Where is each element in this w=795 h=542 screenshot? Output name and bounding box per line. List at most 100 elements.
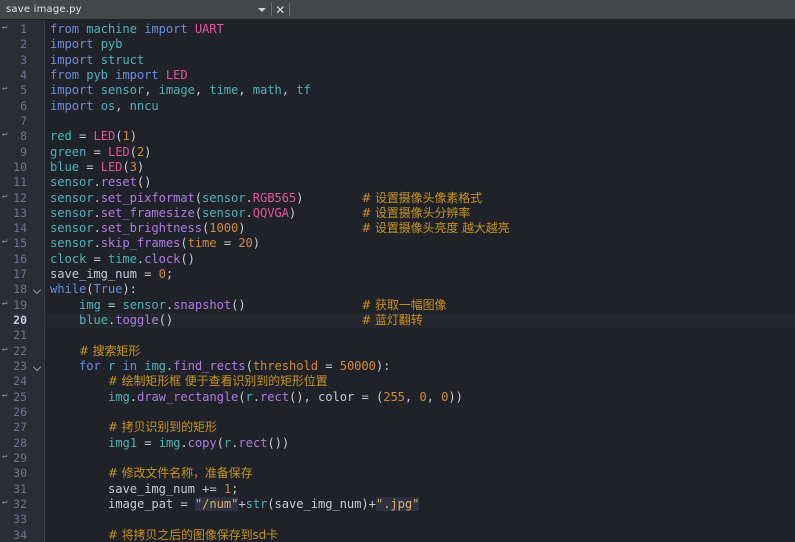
code-comment: # 搜索矩形	[78, 343, 141, 358]
code-line[interactable]: img.draw_rectangle(r.rect(), color = (25…	[45, 390, 795, 405]
code-line[interactable]: # 修改文件名称，准备保存	[45, 466, 795, 481]
tab-bar: save image.py ✕	[0, 0, 795, 20]
code-comment: # 设置摄像头像素格式	[361, 190, 483, 205]
line-number[interactable]: 3	[0, 53, 31, 68]
line-number[interactable]: ↵ 25	[0, 390, 31, 405]
line-number[interactable]: 33	[0, 512, 31, 527]
fold-toggle-icon[interactable]	[31, 359, 44, 374]
code-line[interactable]: clock = time.clock()	[45, 252, 795, 267]
code-line[interactable]: sensor.reset()	[45, 175, 795, 190]
code-line[interactable]: image_pat = "/num"+str(save_img_num)+".j…	[45, 496, 795, 512]
code-line[interactable]: save_img_num = 0;	[45, 267, 795, 282]
tab-controls: ✕	[254, 0, 290, 19]
code-comment: # 将拷贝之后的图像保存到sd卡	[107, 527, 279, 542]
code-line[interactable]: import os, nncu	[45, 99, 795, 114]
return-marker-icon: ↵	[2, 450, 8, 461]
line-number-gutter[interactable]: ↵ 1 2 3 4 ↵ 5 6 7 ↵ 8 9 10 11 ↵ 12 13 14 ↵ 15 16 17 18 ↵ 19 20 21 ↵…	[0, 20, 31, 542]
code-line[interactable]	[45, 512, 795, 527]
return-marker-icon: ↵	[2, 496, 8, 507]
code-line[interactable]	[45, 405, 795, 420]
code-line[interactable]: # 绘制矩形框 便于查看识别到的矩形位置	[45, 374, 795, 389]
code-line[interactable]: from pyb import LED	[45, 68, 795, 83]
line-number[interactable]: ↵ 8	[0, 129, 31, 144]
code-line[interactable]: from machine import UART	[45, 22, 795, 37]
chevron-down-icon[interactable]	[254, 0, 271, 19]
code-line[interactable]: import pyb	[45, 37, 795, 52]
code-line[interactable]: green = LED(2)	[45, 145, 795, 160]
code-comment: # 拷贝识别到的矩形	[107, 420, 217, 435]
code-line[interactable]: sensor.set_pixformat(sensor.RGB565) # 设置…	[45, 191, 795, 206]
line-number[interactable]: 16	[0, 252, 31, 267]
code-line[interactable]: blue.toggle() # 蓝灯翻转	[45, 313, 795, 328]
line-number[interactable]: 17	[0, 267, 31, 282]
line-number[interactable]: ↵ 15	[0, 236, 31, 251]
line-number[interactable]: ↵ 12	[0, 191, 31, 206]
code-line[interactable]: # 搜索矩形	[45, 344, 795, 359]
return-marker-icon: ↵	[2, 389, 8, 400]
code-line[interactable]	[45, 114, 795, 129]
line-number[interactable]: 27	[0, 420, 31, 435]
line-number[interactable]: ↵ 29	[0, 451, 31, 466]
tab-separator-2	[288, 3, 290, 16]
code-text-area[interactable]: from machine import UART import pyb import…	[45, 20, 795, 542]
code-line[interactable]	[45, 451, 795, 466]
fold-toggle-icon[interactable]	[31, 282, 44, 297]
line-number[interactable]: 34	[0, 528, 31, 542]
code-comment: # 绘制矩形框 便于查看识别到的矩形位置	[107, 374, 328, 389]
line-number[interactable]: ↵ 32	[0, 497, 31, 512]
line-number[interactable]: 13	[0, 206, 31, 221]
line-number[interactable]: 9	[0, 145, 31, 160]
line-number[interactable]: 6	[0, 99, 31, 114]
code-comment: # 蓝灯翻转	[361, 313, 423, 328]
code-line[interactable]: for r in img.find_rects(threshold = 5000…	[45, 359, 795, 374]
line-number[interactable]: 10	[0, 160, 31, 175]
line-number[interactable]: 23	[0, 359, 31, 374]
line-number[interactable]: ↵ 5	[0, 83, 31, 98]
code-comment: # 获取一幅图像	[361, 297, 447, 312]
line-number[interactable]: 26	[0, 405, 31, 420]
code-line[interactable]: blue = LED(3)	[45, 160, 795, 175]
code-line[interactable]: import struct	[45, 53, 795, 68]
code-line[interactable]: sensor.set_brightness(1000) # 设置摄像头亮度 越大…	[45, 221, 795, 236]
code-line[interactable]: sensor.skip_frames(time = 20)	[45, 236, 795, 251]
code-line[interactable]: # 将拷贝之后的图像保存到sd卡	[45, 528, 795, 542]
code-folding-gutter[interactable]	[31, 20, 45, 542]
line-number[interactable]: ↵ 1	[0, 22, 31, 37]
line-number[interactable]: 30	[0, 466, 31, 481]
return-marker-icon: ↵	[2, 343, 8, 354]
code-comment: # 设置摄像头亮度 越大越亮	[361, 221, 510, 236]
code-line[interactable]: while(True):	[45, 282, 795, 297]
line-number[interactable]: ↵ 22	[0, 344, 31, 359]
return-marker-icon: ↵	[2, 22, 8, 32]
code-line[interactable]: img = sensor.snapshot() # 获取一幅图像	[45, 298, 795, 313]
return-marker-icon: ↵	[2, 236, 8, 247]
code-line[interactable]: red = LED(1)	[45, 129, 795, 144]
code-line[interactable]: # 拷贝识别到的矩形	[45, 420, 795, 435]
code-line[interactable]: save_img_num += 1;	[45, 482, 795, 497]
editor-tab-save-image-py[interactable]: save image.py	[0, 0, 94, 19]
code-line[interactable]: import sensor, image, time, math, tf	[45, 83, 795, 98]
code-line[interactable]	[45, 328, 795, 343]
close-icon[interactable]: ✕	[272, 0, 289, 19]
return-marker-icon: ↵	[2, 83, 8, 94]
code-line[interactable]: sensor.set_framesize(sensor.QQVGA) # 设置摄…	[45, 206, 795, 221]
code-editor[interactable]: ↵ 1 2 3 4 ↵ 5 6 7 ↵ 8 9 10 11 ↵ 12 13 14 ↵ 15 16 17 18 ↵ 19 20 21 ↵…	[0, 20, 795, 542]
line-number[interactable]: 20	[0, 313, 31, 328]
code-line[interactable]: img1 = img.copy(r.rect())	[45, 436, 795, 451]
line-number[interactable]: ↵ 19	[0, 298, 31, 313]
line-number[interactable]: 2	[0, 37, 31, 52]
